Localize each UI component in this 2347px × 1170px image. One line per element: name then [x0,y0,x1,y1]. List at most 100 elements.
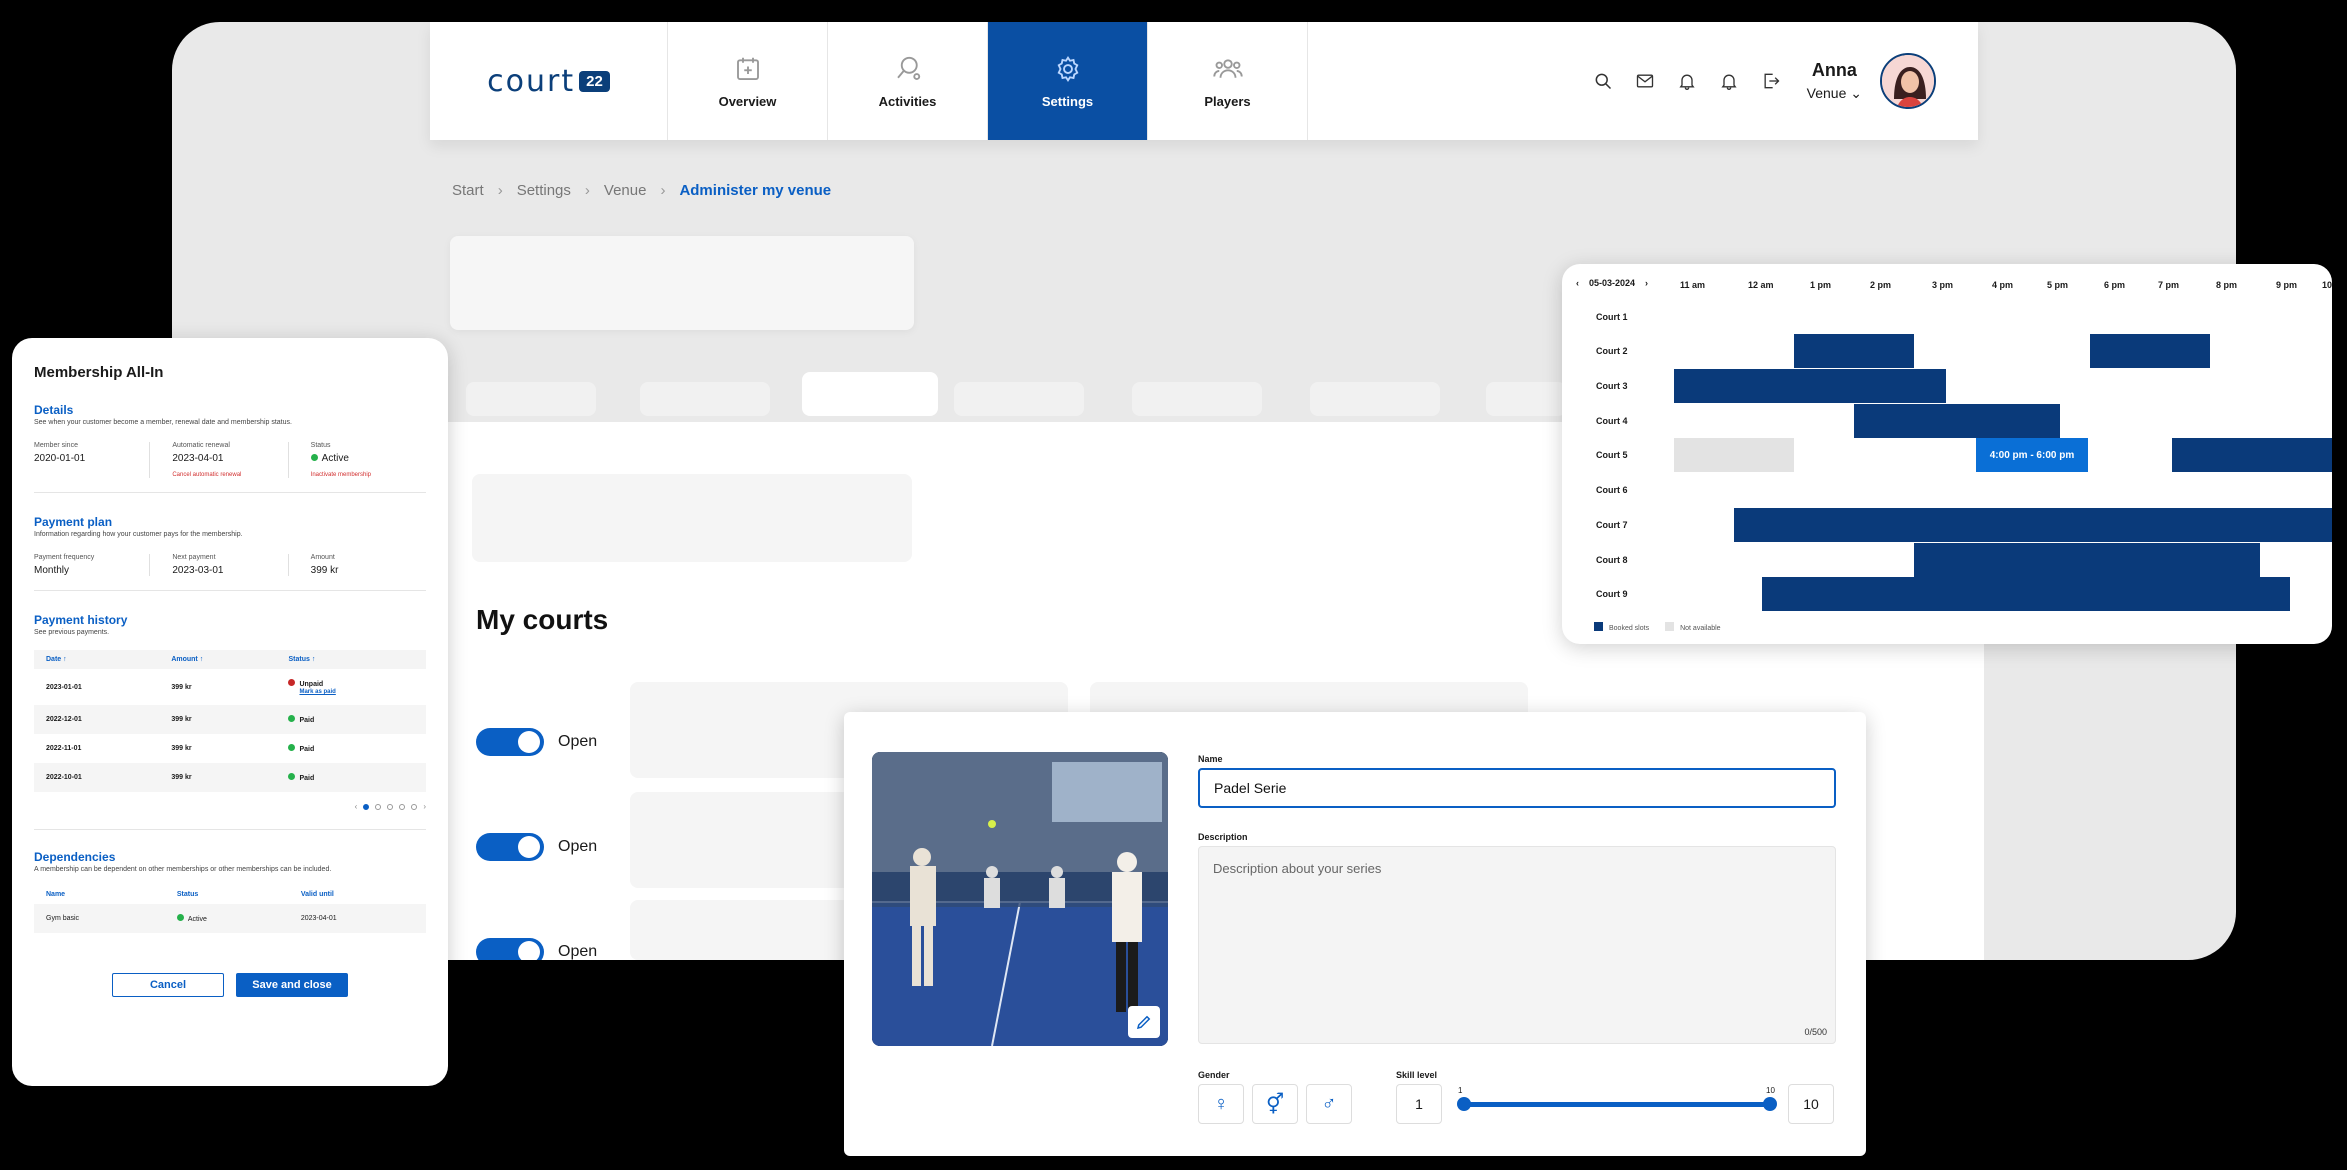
female-icon: ♀ [1213,1092,1229,1115]
series-card: Name Description Description about your … [844,712,1866,1156]
search-icon[interactable] [1593,71,1613,91]
open-toggle[interactable] [476,833,544,861]
table-header: Name Status Valid until [34,885,426,904]
booked-slot[interactable] [1854,404,2060,438]
gender-female-button[interactable]: ♀ [1198,1084,1244,1124]
cell-status: Paid [276,734,426,763]
nav-icon-group [1593,22,1807,140]
save-and-close-button[interactable]: Save and close [236,973,348,997]
skill-max-input[interactable]: 10 [1788,1084,1834,1124]
edit-photo-button[interactable] [1128,1006,1160,1038]
logout-icon[interactable] [1761,71,1781,91]
avatar[interactable] [1880,53,1936,109]
skill-min-input[interactable]: 1 [1396,1084,1442,1124]
page-dot[interactable] [363,803,370,810]
booked-slot[interactable] [1794,334,1914,368]
tab-placeholder[interactable] [1310,382,1440,416]
tab-placeholder[interactable] [1486,382,1566,416]
inactivate-membership-link[interactable]: Inactivate membership [311,472,426,478]
mail-icon[interactable] [1635,71,1655,91]
tab-overview-label: Overview [718,93,777,109]
status-value: Active [310,453,426,464]
cancel-button[interactable]: Cancel [112,973,224,997]
screen: court 22 Overview Activities Settings Pla… [0,0,2347,1170]
court-label: Court 3 [1596,381,1628,391]
people-icon [1212,58,1243,78]
status-dot [288,715,296,722]
tab-placeholder[interactable] [954,382,1084,416]
page-dot[interactable] [411,803,418,810]
tab-players[interactable]: Players [1148,22,1308,140]
renewal-field: Automatic renewal 2023-04-01 Cancel auto… [149,442,287,478]
cell-amount: 399 kr [171,683,192,691]
booked-slot[interactable] [1674,369,1946,403]
slider-min-handle[interactable] [1457,1097,1471,1111]
selected-slot[interactable]: 4:00 pm - 6:00 pm [1976,438,2088,472]
gender-mixed-button[interactable]: ⚥ [1252,1084,1298,1124]
tab-settings[interactable]: Settings [988,22,1148,140]
slider-max-handle[interactable] [1763,1097,1777,1111]
breadcrumb-start[interactable]: Start [452,182,484,199]
col-date[interactable]: Date ↑ [34,650,160,669]
description-textarea[interactable]: Description about your series 0/500 [1198,846,1836,1044]
skill-range-slider[interactable] [1457,1097,1777,1111]
page-dot[interactable] [387,803,394,810]
renewal-label: Automatic renewal [172,442,230,449]
breadcrumb-venue[interactable]: Venue [604,182,647,199]
time-label: 4 pm [1992,280,2014,290]
booked-slot[interactable] [2090,334,2210,368]
booked-slot[interactable] [2172,438,2332,472]
booked-slot[interactable] [1762,577,2290,611]
time-label: 12 am [1748,280,1774,290]
user-role-dropdown[interactable]: Venue ⌄ [1807,85,1862,102]
avatar-illustration [1882,55,1934,107]
date-selector: ‹ 05-03-2024 › [1576,278,1648,288]
cell-status: Paid [276,705,426,734]
col-amount[interactable]: Amount ↑ [159,650,277,669]
status-dot [288,744,296,751]
chevron-left-icon[interactable]: ‹ [355,802,358,811]
cancel-renewal-link[interactable]: Cancel automatic renewal [172,472,287,478]
page-dot[interactable] [375,803,382,810]
tab-placeholder[interactable] [640,382,770,416]
user-info: Anna Venue ⌄ [1807,60,1862,102]
logo[interactable]: court 22 [430,22,668,140]
member-since-value: 2020-01-01 [34,453,86,464]
gender-male-button[interactable]: ♂ [1306,1084,1352,1124]
unavailable-slot[interactable] [1674,438,1794,472]
booked-slot[interactable] [1734,508,2332,542]
table-row: 2022-12-01 399 kr Paid [34,705,426,734]
tab-players-label: Players [1204,93,1251,109]
tab-placeholder[interactable] [466,382,596,416]
series-name-input[interactable] [1198,768,1836,808]
time-label: 7 pm [2158,280,2180,290]
breadcrumb-settings[interactable]: Settings [517,182,571,199]
chevron-left-icon[interactable]: ‹ [1576,278,1579,288]
court-toggle-row: Open [476,728,597,756]
series-photo [872,752,1168,1046]
chevron-right-icon[interactable]: › [1645,278,1648,288]
amount-label: Amount [310,554,335,561]
col-status: Status [164,885,289,904]
user-menu[interactable]: Anna Venue ⌄ [1807,22,1978,140]
tab-placeholder[interactable] [1132,382,1262,416]
cell-status: Paid [276,763,426,792]
mark-as-paid-link[interactable]: Mark as paid [299,689,335,695]
chevron-right-icon[interactable]: › [423,802,426,811]
tab-overview[interactable]: Overview [668,22,828,140]
top-navigation: court 22 Overview Activities Settings Pla… [430,22,1978,140]
open-toggle[interactable] [476,728,544,756]
status-dot [310,454,318,461]
tab-activities[interactable]: Activities [828,22,988,140]
bell-icon[interactable] [1719,71,1739,91]
tab-placeholder-active[interactable] [802,372,938,416]
gear-icon [1057,55,1078,82]
page-dot[interactable] [399,803,406,810]
col-status[interactable]: Status ↑ [276,650,426,669]
court-card-placeholder [630,792,850,888]
cell-amount: 399 kr [159,763,277,792]
booked-slot[interactable] [1914,543,2260,577]
court-card-placeholder [630,900,850,960]
bell-icon[interactable] [1677,71,1697,91]
